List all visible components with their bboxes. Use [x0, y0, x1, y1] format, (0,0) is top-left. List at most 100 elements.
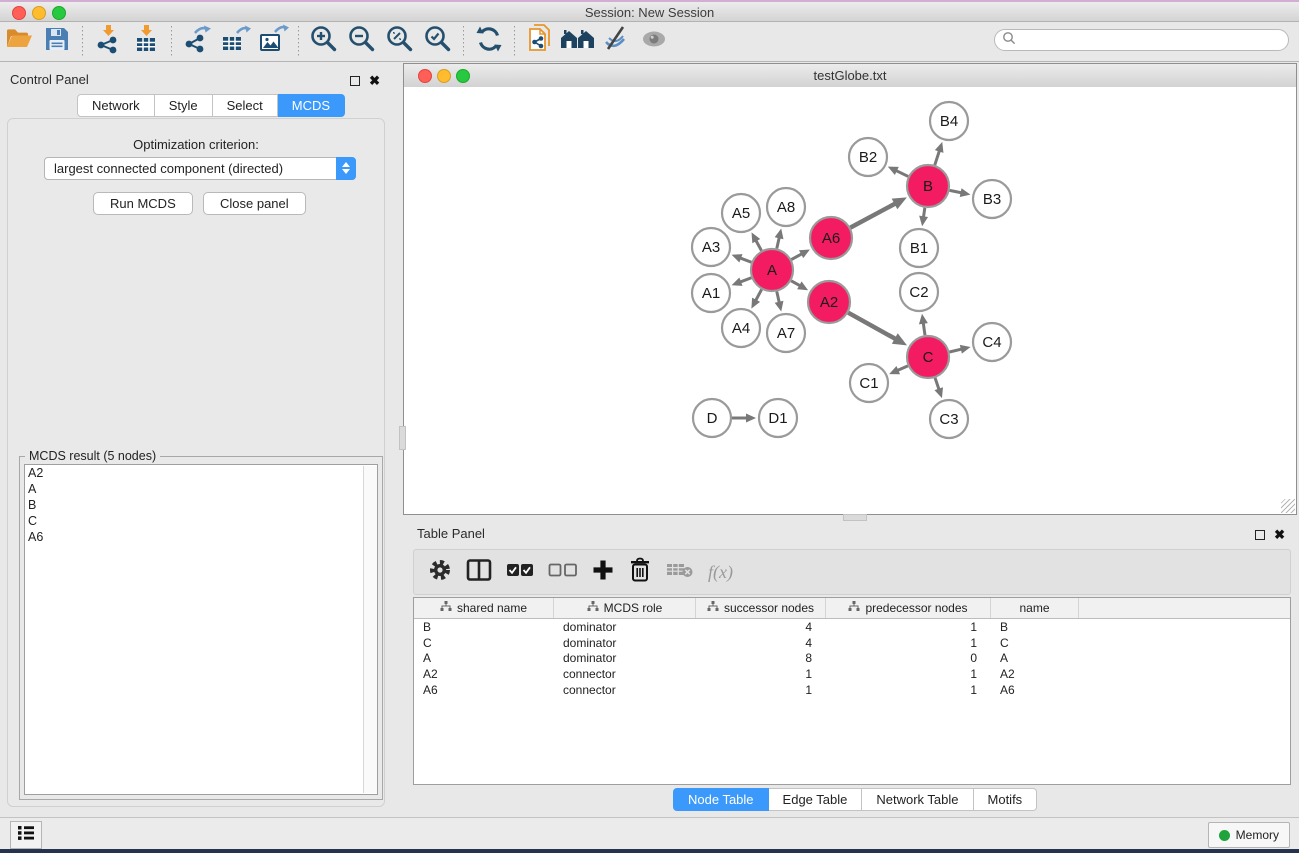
table-settings-button[interactable] [428, 555, 452, 589]
zoom-out-button[interactable] [345, 26, 379, 58]
network-graph[interactable]: B4B2BB3A8A5A6A3B1AC2A1A2A4A7C4CC1C3DD1 [404, 87, 1296, 514]
delete-column-button[interactable] [628, 555, 652, 589]
search-input[interactable] [1020, 32, 1288, 48]
graph-node-label: C3 [939, 411, 958, 428]
criterion-dropdown[interactable]: largest connected component (directed) [44, 157, 356, 180]
float-panel-icon[interactable] [350, 76, 360, 86]
mcds-result-item[interactable]: A6 [25, 529, 377, 545]
close-panel-icon[interactable]: ✖ [1274, 530, 1285, 540]
graph-edge[interactable] [755, 289, 761, 301]
table-cell: C [414, 636, 554, 650]
network-view-window: testGlobe.txt B4B2BB3A8A5A6A3B1AC2A1A2A4… [403, 63, 1297, 515]
select-all-rows-button[interactable] [506, 555, 534, 589]
network-canvas[interactable]: B4B2BB3A8A5A6A3B1AC2A1A2A4A7C4CC1C3DD1 [404, 87, 1296, 514]
tab-mcds[interactable]: MCDS [278, 94, 345, 117]
memory-button[interactable]: Memory [1208, 822, 1290, 848]
gear-icon [428, 558, 452, 587]
table-cell: 1 [826, 636, 991, 650]
close-panel-icon[interactable]: ✖ [369, 76, 380, 86]
table-toolbar: f(x) [413, 549, 1291, 595]
delete-table-button[interactable] [666, 555, 694, 589]
hide-selected-button[interactable] [599, 26, 633, 58]
graph-edge[interactable] [923, 322, 925, 335]
export-table-icon [219, 24, 251, 59]
export-network-button[interactable] [180, 26, 214, 58]
table-cell: 1 [696, 683, 826, 697]
deselect-all-rows-button[interactable] [548, 555, 578, 589]
mcds-result-list[interactable]: A2ABCA6 [24, 464, 378, 795]
tab-select[interactable]: Select [213, 94, 278, 117]
list-scrollbar[interactable] [363, 466, 377, 793]
import-network-button[interactable] [91, 26, 125, 58]
add-column-button[interactable] [592, 555, 614, 589]
first-neighbors-button[interactable] [561, 26, 595, 58]
table-panel-title: Table Panel [417, 525, 485, 543]
mcds-result-item[interactable]: A [25, 481, 377, 497]
mcds-result-item[interactable]: B [25, 497, 377, 513]
apply-layout-button[interactable] [472, 26, 506, 58]
resize-grip[interactable] [1281, 499, 1295, 513]
close-panel-button[interactable]: Close panel [203, 192, 306, 215]
task-manager-button[interactable] [10, 821, 42, 849]
toolbar-separator [82, 26, 83, 58]
export-image-button[interactable] [256, 26, 290, 58]
tab-network[interactable]: Network [77, 94, 155, 117]
table-tab-edge-table[interactable]: Edge Table [769, 788, 863, 811]
open-folder-icon [4, 24, 34, 59]
splitter-handle[interactable] [399, 426, 406, 450]
criterion-value: largest connected component (directed) [45, 161, 336, 176]
import-table-button[interactable] [129, 26, 163, 58]
table-cell: 4 [696, 620, 826, 634]
export-table-button[interactable] [218, 26, 252, 58]
column-header-predecessor-nodes[interactable]: predecessor nodes [826, 598, 991, 618]
table-row[interactable]: Cdominator41C [414, 635, 1290, 651]
column-header-successor-nodes[interactable]: successor nodes [696, 598, 826, 618]
save-session-button[interactable] [40, 26, 74, 58]
floppy-disk-icon [43, 25, 71, 58]
table-row[interactable]: Adominator80A [414, 651, 1290, 667]
table-body: Bdominator41BCdominator41CAdominator80AA… [414, 619, 1290, 698]
show-all-button[interactable] [637, 26, 671, 58]
graph-node-label: A7 [777, 325, 795, 342]
table-cell: connector [554, 683, 696, 697]
tab-style[interactable]: Style [155, 94, 213, 117]
column-header-name[interactable]: name [991, 598, 1079, 618]
graph-edge[interactable] [935, 150, 940, 166]
mcds-result-item[interactable]: A2 [25, 465, 377, 481]
column-header-shared-name[interactable]: shared name [414, 598, 554, 618]
table-cell: connector [554, 667, 696, 681]
graph-node-label: B [923, 178, 933, 195]
search-field[interactable] [994, 29, 1289, 51]
control-panel-tabs: NetworkStyleSelectMCDS [77, 94, 345, 117]
show-column-button[interactable] [466, 555, 492, 589]
function-builder-button[interactable]: f(x) [708, 555, 733, 589]
graph-edge[interactable] [895, 170, 908, 176]
open-session-button[interactable] [2, 26, 36, 58]
table-row[interactable]: Bdominator41B [414, 619, 1290, 635]
table-tab-node-table[interactable]: Node Table [673, 788, 769, 811]
table-row[interactable]: A2connector11A2 [414, 666, 1290, 682]
table-cell: 0 [826, 651, 991, 665]
float-panel-icon[interactable] [1255, 530, 1265, 540]
zoom-in-button[interactable] [307, 26, 341, 58]
table-cell: B [991, 620, 1079, 634]
zoom-selected-button[interactable] [421, 26, 455, 58]
table-tab-network-table[interactable]: Network Table [862, 788, 973, 811]
table-row[interactable]: A6connector11A6 [414, 682, 1290, 698]
graph-edge[interactable] [850, 203, 896, 228]
graph-edge[interactable] [848, 313, 896, 340]
table-tab-motifs[interactable]: Motifs [974, 788, 1038, 811]
status-bar: Memory [0, 817, 1299, 849]
zoom-fit-button[interactable] [383, 26, 417, 58]
new-network-from-selection-button[interactable] [523, 26, 557, 58]
mcds-result-item[interactable]: C [25, 513, 377, 529]
column-tree-icon [587, 601, 599, 615]
graph-edge[interactable] [935, 378, 939, 391]
node-table[interactable]: shared nameMCDS rolesuccessor nodesprede… [413, 597, 1291, 785]
run-mcds-button[interactable]: Run MCDS [93, 192, 193, 215]
column-header-MCDS-role[interactable]: MCDS role [554, 598, 696, 618]
graph-node-label: C [923, 349, 934, 366]
fx-icon: f(x) [708, 562, 733, 583]
graph-edge[interactable] [949, 349, 962, 352]
graph-node-label: A3 [702, 239, 720, 256]
